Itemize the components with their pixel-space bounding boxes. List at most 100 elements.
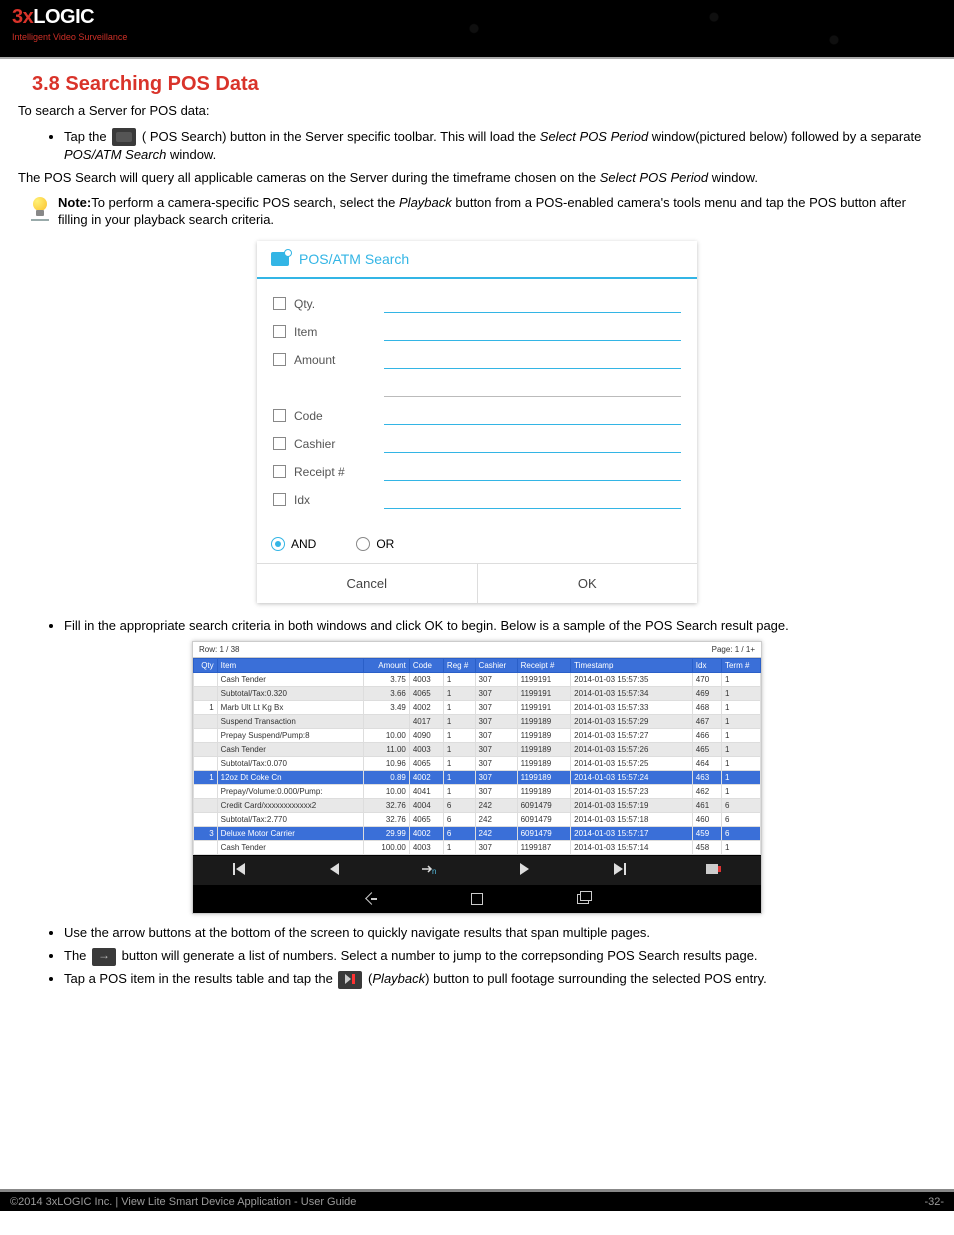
table-cell: 4065 [409, 757, 443, 771]
table-cell: 1 [721, 673, 760, 687]
table-cell: 1199189 [517, 729, 571, 743]
table-cell: 29.99 [363, 827, 409, 841]
table-cell [194, 841, 218, 855]
text-input[interactable] [384, 435, 681, 453]
column-header: Term # [721, 659, 760, 673]
recents-icon[interactable] [575, 892, 591, 906]
table-cell: 1199189 [517, 757, 571, 771]
table-cell: 4065 [409, 687, 443, 701]
table-row[interactable]: 112oz Dt Coke Cn0.894002130711991892014-… [194, 771, 761, 785]
table-cell: 1 [721, 771, 760, 785]
table-cell: Cash Tender [217, 673, 363, 687]
table-cell: Cash Tender [217, 841, 363, 855]
field-row: Amount [273, 347, 681, 373]
svg-text:n: n [432, 867, 436, 876]
checkbox[interactable] [273, 465, 286, 478]
table-row[interactable]: 3Deluxe Motor Carrier29.9940026242609147… [194, 827, 761, 841]
table-cell: 3.66 [363, 687, 409, 701]
table-cell: 2014-01-03 15:57:26 [571, 743, 693, 757]
home-icon[interactable] [469, 892, 485, 906]
table-cell: 1199189 [517, 715, 571, 729]
table-cell: 307 [475, 757, 517, 771]
table-cell: 468 [692, 701, 721, 715]
next-page-button[interactable] [509, 863, 539, 878]
checkbox[interactable] [273, 297, 286, 310]
table-cell: 4041 [409, 785, 443, 799]
table-cell: 1 [443, 771, 475, 785]
table-cell: 1 [194, 701, 218, 715]
table-row[interactable]: Cash Tender100.004003130711991872014-01-… [194, 841, 761, 855]
logo-tagline: Intelligent Video Surveillance [0, 32, 954, 42]
table-cell: 307 [475, 785, 517, 799]
table-cell: 10.00 [363, 785, 409, 799]
table-cell [194, 799, 218, 813]
table-row[interactable]: Cash Tender3.754003130711991912014-01-03… [194, 673, 761, 687]
table-cell: 3 [194, 827, 218, 841]
table-cell: 32.76 [363, 813, 409, 827]
row-counter: Row: 1 / 38 [199, 645, 239, 654]
radio-and[interactable]: AND [271, 537, 316, 551]
table-row[interactable]: Credit Card/xxxxxxxxxxxx232.764004624260… [194, 799, 761, 813]
radio-or[interactable]: OR [356, 537, 394, 551]
card-title: POS/ATM Search [299, 251, 409, 267]
table-cell: 1199189 [517, 785, 571, 799]
table-cell [363, 715, 409, 729]
prev-page-button[interactable] [320, 863, 350, 878]
checkbox[interactable] [273, 437, 286, 450]
checkbox[interactable] [273, 409, 286, 422]
table-cell: Subtotal/Tax:0.070 [217, 757, 363, 771]
table-cell [194, 813, 218, 827]
table-cell: 465 [692, 743, 721, 757]
checkbox[interactable] [273, 325, 286, 338]
text-input[interactable] [384, 295, 681, 313]
table-row[interactable]: Subtotal/Tax:2.77032.7640656242609147920… [194, 813, 761, 827]
field-row: Item [273, 319, 681, 345]
table-cell: 466 [692, 729, 721, 743]
table-cell: Credit Card/xxxxxxxxxxxx2 [217, 799, 363, 813]
table-cell: 462 [692, 785, 721, 799]
column-header: Reg # [443, 659, 475, 673]
table-row[interactable]: Subtotal/Tax:0.07010.9640651307119918920… [194, 757, 761, 771]
table-cell: 307 [475, 701, 517, 715]
table-cell [194, 729, 218, 743]
table-cell: 3.49 [363, 701, 409, 715]
table-row[interactable]: Suspend Transaction4017130711991892014-0… [194, 715, 761, 729]
table-row[interactable]: 1Marb Ult Lt Kg Bx3.49400213071199191201… [194, 701, 761, 715]
table-row[interactable]: Prepay Suspend/Pump:810.0040901307119918… [194, 729, 761, 743]
checkbox[interactable] [273, 353, 286, 366]
text-input[interactable] [384, 407, 681, 425]
text-input[interactable] [384, 491, 681, 509]
cancel-button[interactable]: Cancel [257, 564, 478, 603]
checkbox[interactable] [273, 493, 286, 506]
first-page-button[interactable] [225, 863, 255, 878]
table-cell: 307 [475, 729, 517, 743]
table-cell: 1199189 [517, 771, 571, 785]
table-cell: 4003 [409, 841, 443, 855]
table-cell: Subtotal/Tax:2.770 [217, 813, 363, 827]
playback-button[interactable] [699, 862, 729, 879]
table-cell: 2014-01-03 15:57:25 [571, 757, 693, 771]
goto-page-button[interactable]: n [415, 862, 445, 879]
column-header: Cashier [475, 659, 517, 673]
page-counter: Page: 1 / 1+ [712, 645, 755, 654]
table-cell: 100.00 [363, 841, 409, 855]
table-cell: 1 [443, 757, 475, 771]
last-page-button[interactable] [604, 863, 634, 878]
table-cell: 1199191 [517, 687, 571, 701]
ok-button[interactable]: OK [478, 564, 698, 603]
table-row[interactable]: Cash Tender11.004003130711991892014-01-0… [194, 743, 761, 757]
goto-page-icon [92, 948, 116, 966]
note-block: Note:To perform a camera-specific POS se… [26, 195, 936, 229]
table-cell: 470 [692, 673, 721, 687]
note-label: Note: [58, 195, 91, 210]
text-input[interactable] [384, 379, 681, 397]
table-row[interactable]: Prepay/Volume:0.000/Pump:10.004041130711… [194, 785, 761, 799]
step-4: The button will generate a list of numbe… [64, 947, 936, 966]
text-input[interactable] [384, 351, 681, 369]
back-icon[interactable] [363, 892, 379, 906]
text-input[interactable] [384, 463, 681, 481]
table-row[interactable]: Subtotal/Tax:0.3203.66406513071199191201… [194, 687, 761, 701]
table-cell: 2014-01-03 15:57:27 [571, 729, 693, 743]
table-cell: Suspend Transaction [217, 715, 363, 729]
text-input[interactable] [384, 323, 681, 341]
